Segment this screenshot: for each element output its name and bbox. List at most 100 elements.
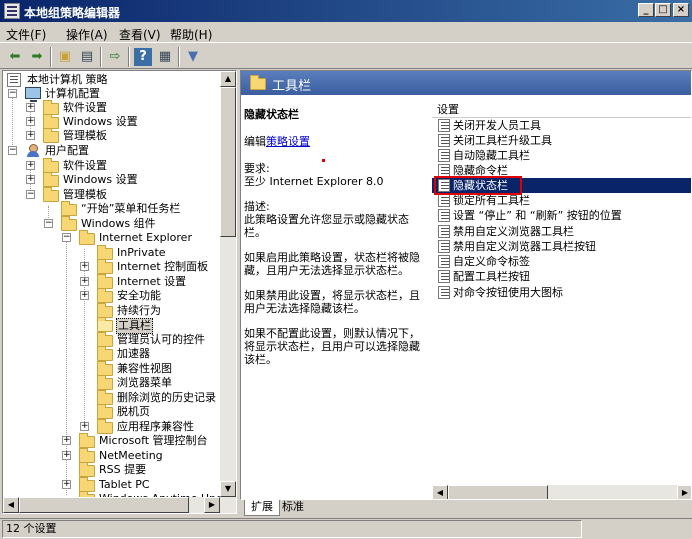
list-item[interactable]: 配置工具栏按钮 (432, 269, 691, 284)
edit-prefix: 编辑 (244, 135, 266, 148)
tree-label: InPrivate (117, 246, 166, 259)
requirements-label: 要求: (244, 162, 270, 175)
filter-icon[interactable]: ▼ (184, 48, 202, 66)
maximize-button[interactable]: □ (655, 3, 671, 17)
minimize-button[interactable]: _ (638, 3, 654, 17)
policy-setting-icon (438, 209, 450, 222)
help-icon[interactable]: ? (134, 48, 152, 66)
expand-icon[interactable]: + (26, 175, 35, 184)
scroll-right-icon[interactable]: ▶ (204, 497, 220, 513)
menu-bar: 文件(F) 操作(A) 查看(V) 帮助(H) (0, 22, 692, 42)
policy-doc-icon (7, 73, 21, 87)
expand-icon[interactable]: + (80, 262, 89, 271)
tab-extended[interactable]: 扩展 (244, 500, 280, 516)
toolbar: ⬅ ➡ ▣ ▤ ⇨ ? ▦ ▼ (0, 42, 692, 69)
expand-icon[interactable]: + (80, 422, 89, 431)
list-item[interactable]: 关闭开发人员工具 (432, 118, 691, 133)
menu-file[interactable]: 文件(F) (6, 26, 46, 43)
details-panel: 工具栏 隐藏状态栏 编辑策略设置 要求: 至少 Internet Explore… (240, 70, 692, 500)
tree-label: 工具栏 (116, 318, 153, 334)
tab-standard[interactable]: 标准 (276, 500, 310, 516)
scroll-up-icon[interactable]: ▲ (220, 71, 236, 87)
expand-icon[interactable]: + (62, 451, 71, 460)
tree-vscrollbar[interactable]: ▲ ▼ (220, 71, 236, 497)
toolbar-separator (178, 47, 180, 67)
policy-setting-icon (438, 149, 450, 162)
expand-icon[interactable]: + (26, 131, 35, 140)
folder-icon (43, 128, 59, 143)
edit-policy-line: 编辑策略设置 (244, 135, 426, 148)
list-item[interactable]: 自定义命令标签 (432, 254, 691, 269)
column-header-settings[interactable]: 设置 (432, 101, 691, 118)
show-tree-icon[interactable]: ▤ (78, 48, 96, 66)
policy-setting-icon (438, 134, 450, 147)
collapse-icon[interactable]: − (8, 89, 17, 98)
folder-icon (97, 419, 113, 434)
expand-icon[interactable]: + (80, 277, 89, 286)
folder-icon (61, 201, 77, 216)
tree-label: 脱机页 (117, 405, 150, 418)
toolbar-separator (128, 47, 130, 67)
folder-icon (43, 172, 59, 187)
policy-setting-icon (438, 270, 450, 283)
tree-label: 加速器 (117, 347, 150, 360)
menu-help[interactable]: 帮助(H) (170, 26, 212, 43)
tree-hscrollbar[interactable]: ◀ ▶ (3, 497, 236, 513)
forward-arrow-icon[interactable]: ➡ (28, 48, 46, 66)
highlight-box (434, 176, 522, 195)
up-folder-icon[interactable]: ▣ (56, 48, 74, 66)
tree-label: 本地计算机 策略 (27, 73, 108, 86)
tree-label: 应用程序兼容性 (117, 420, 194, 433)
list-item[interactable]: 锁定所有工具栏 (432, 193, 691, 208)
tree-label: “开始”菜单和任务栏 (81, 202, 181, 215)
properties-icon[interactable]: ▦ (156, 48, 174, 66)
expand-icon[interactable]: + (26, 161, 35, 170)
scroll-left-icon[interactable]: ◀ (3, 497, 19, 513)
close-button[interactable]: × (673, 3, 689, 17)
list-hscrollbar[interactable]: ◀ ▶ (432, 485, 691, 499)
scroll-down-icon[interactable]: ▼ (220, 481, 236, 497)
expand-icon[interactable]: + (62, 480, 71, 489)
tree-label: Internet 设置 (117, 275, 187, 288)
back-arrow-icon[interactable]: ⬅ (6, 48, 24, 66)
folder-icon (97, 375, 113, 390)
list-item[interactable]: 设置 “停止” 和 “刷新” 按钮的位置 (432, 208, 691, 223)
scroll-thumb[interactable] (448, 485, 548, 499)
tree-connector (12, 89, 13, 153)
scroll-left-icon[interactable]: ◀ (432, 485, 448, 499)
tree-label: 持续行为 (117, 304, 161, 317)
export-list-icon[interactable]: ⇨ (106, 48, 124, 66)
menu-view[interactable]: 查看(V) (119, 26, 161, 43)
toolbar-separator (100, 47, 102, 67)
edit-policy-link[interactable]: 策略设置 (266, 135, 310, 148)
folder-icon (97, 404, 113, 419)
collapse-icon[interactable]: − (26, 190, 35, 199)
expand-icon[interactable]: + (26, 103, 35, 112)
expand-icon[interactable]: + (80, 291, 89, 300)
menu-action[interactable]: 操作(A) (66, 26, 108, 43)
list-item[interactable]: 禁用自定义浏览器工具栏 (432, 224, 691, 239)
category-title: 工具栏 (272, 79, 312, 94)
list-item[interactable]: 自动隐藏工具栏 (432, 148, 691, 163)
folder-icon (79, 230, 95, 245)
description-paragraph: 如果启用此策略设置，状态栏将被隐藏，且用户无法选择显示状态栏。 (244, 251, 420, 277)
scroll-thumb[interactable] (19, 497, 189, 513)
list-item[interactable]: 禁用自定义浏览器工具栏按钮 (432, 239, 691, 254)
collapse-icon[interactable]: − (8, 146, 17, 155)
scroll-right-icon[interactable]: ▶ (677, 485, 691, 499)
list-item[interactable]: 对命令按钮使用大图标 (432, 285, 691, 300)
expand-icon[interactable]: + (62, 436, 71, 445)
collapse-icon[interactable]: − (44, 219, 53, 228)
toolbar-separator (50, 47, 52, 67)
policy-setting-icon (438, 255, 450, 268)
window-title: 本地组策略编辑器 (24, 6, 121, 20)
policy-setting-icon (438, 286, 450, 299)
collapse-icon[interactable]: − (62, 233, 71, 242)
tree-label: 浏览器菜单 (117, 376, 172, 389)
tree-label: Internet 控制面板 (117, 260, 209, 273)
tree-label: Tablet PC (99, 478, 150, 491)
scroll-thumb[interactable] (220, 87, 236, 237)
tree-connector (84, 249, 85, 422)
expand-icon[interactable]: + (26, 117, 35, 126)
list-item[interactable]: 关闭工具栏升级工具 (432, 133, 691, 148)
